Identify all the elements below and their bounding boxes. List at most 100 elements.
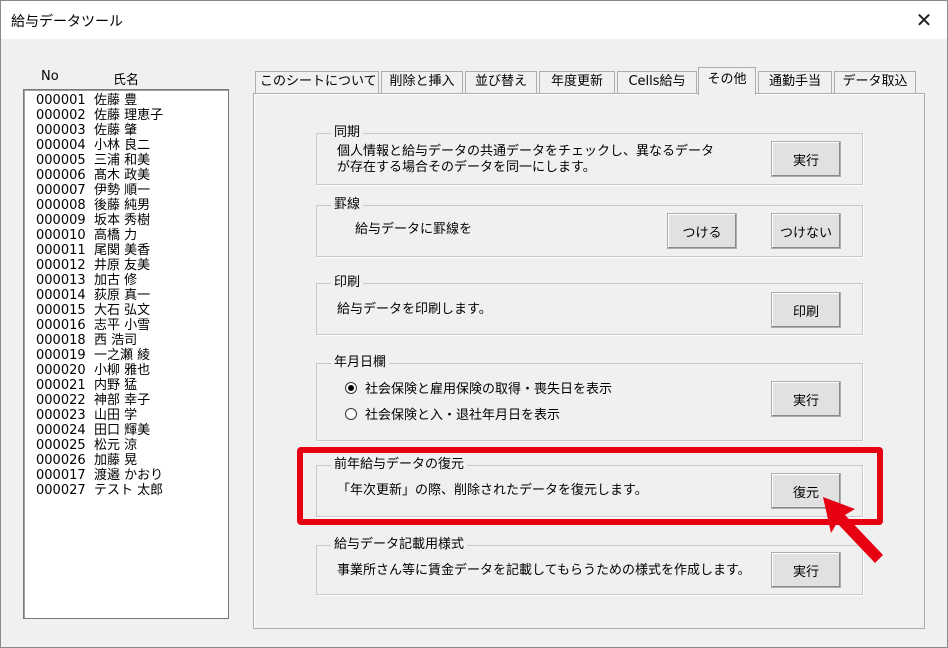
list-item-name: 大石 弘文: [94, 303, 151, 318]
list-item-no: 000012: [36, 258, 86, 273]
list-item-name: 伊勢 順一: [94, 183, 151, 198]
list-item[interactable]: 000009 坂本 秀樹: [36, 213, 228, 228]
list-item-name: 松元 涼: [94, 438, 138, 453]
tab-commute-allowance[interactable]: 通勤手当: [758, 71, 832, 93]
list-item-name: 髙木 政美: [94, 168, 151, 183]
date-run-button[interactable]: 実行: [771, 381, 841, 417]
list-item[interactable]: 000006 髙木 政美: [36, 168, 228, 183]
list-item[interactable]: 000021 内野 猛: [36, 378, 228, 393]
employee-list[interactable]: 000001 佐藤 豊 000002 佐藤 理恵子 000003 佐藤 肇 000004 小林…: [23, 89, 229, 619]
title-bar: 給与データツール ✕: [1, 1, 947, 39]
list-item-no: 000026: [36, 453, 86, 468]
list-item[interactable]: 000017 渡邉 かおり: [36, 468, 228, 483]
group-restore-label: 前年給与データの復元: [331, 456, 468, 474]
list-item-name: 坂本 秀樹: [94, 213, 151, 228]
list-item[interactable]: 000019 一之瀬 綾: [36, 348, 228, 363]
list-item-no: 000006: [36, 168, 86, 183]
list-item-no: 000003: [36, 123, 86, 138]
list-item-no: 000010: [36, 228, 86, 243]
list-item[interactable]: 000015 大石 弘文: [36, 303, 228, 318]
list-item[interactable]: 000025 松元 涼: [36, 438, 228, 453]
list-item[interactable]: 000024 田口 輝美: [36, 423, 228, 438]
list-item-no: 000013: [36, 273, 86, 288]
group-form-label: 給与データ記載用様式: [331, 536, 468, 554]
list-item[interactable]: 000016 志平 小雪: [36, 318, 228, 333]
date-option-insurance-label: 社会保険と雇用保険の取得・喪失日を表示: [365, 382, 613, 397]
ruled-off-button[interactable]: つけない: [771, 213, 841, 249]
list-item[interactable]: 000011 尾関 美香: [36, 243, 228, 258]
list-item-name: 荻原 真一: [94, 288, 151, 303]
list-item[interactable]: 000005 三浦 和美: [36, 153, 228, 168]
tab-year-update[interactable]: 年度更新: [539, 71, 615, 93]
list-item[interactable]: 000008 後藤 純男: [36, 198, 228, 213]
restore-description: 「年次更新」の際、削除されたデータを復元します。: [337, 483, 648, 498]
list-item-no: 000001: [36, 93, 86, 108]
list-item[interactable]: 000018 西 浩司: [36, 333, 228, 348]
tab-cells-salary[interactable]: Cells給与: [617, 71, 697, 93]
list-item[interactable]: 000010 高橋 力: [36, 228, 228, 243]
list-header-no: No: [41, 69, 59, 84]
list-item-name: 加藤 晃: [94, 453, 138, 468]
list-item-name: テスト 太郎: [94, 483, 164, 498]
list-item-no: 000015: [36, 303, 86, 318]
list-item-name: 加古 修: [94, 273, 138, 288]
list-item-no: 000022: [36, 393, 86, 408]
list-item-name: 尾関 美香: [94, 243, 151, 258]
list-item[interactable]: 000002 佐藤 理恵子: [36, 108, 228, 123]
list-item-no: 000027: [36, 483, 86, 498]
list-item-no: 000009: [36, 213, 86, 228]
tab-delete-insert[interactable]: 削除と挿入: [381, 71, 463, 93]
ruled-description: 給与データに罫線を: [355, 222, 473, 237]
list-item-no: 000020: [36, 363, 86, 378]
list-item-name: 内野 猛: [94, 378, 138, 393]
list-item-name: 佐藤 豊: [94, 93, 138, 108]
close-icon[interactable]: ✕: [901, 1, 947, 39]
main-window: 給与データツール ✕ No 氏名 000001 佐藤 豊 000002 佐藤 理恵子 0…: [0, 0, 948, 648]
window-title: 給与データツール: [11, 14, 123, 30]
tab-data-import[interactable]: データ取込: [834, 71, 916, 93]
list-item[interactable]: 000026 加藤 晃: [36, 453, 228, 468]
sync-run-button[interactable]: 実行: [771, 141, 841, 177]
list-item-no: 000023: [36, 408, 86, 423]
list-item-no: 000021: [36, 378, 86, 393]
list-item[interactable]: 000012 井原 友美: [36, 258, 228, 273]
list-item-no: 000002: [36, 108, 86, 123]
tab-sort[interactable]: 並び替え: [465, 71, 537, 93]
date-option-insurance[interactable]: 社会保険と雇用保険の取得・喪失日を表示: [345, 378, 612, 397]
list-item[interactable]: 000023 山田 学: [36, 408, 228, 423]
list-item[interactable]: 000020 小柳 雅也: [36, 363, 228, 378]
list-item-no: 000018: [36, 333, 86, 348]
date-option-hire-date[interactable]: 社会保険と入・退社年月日を表示: [345, 404, 560, 423]
list-item-name: 高橋 力: [94, 228, 138, 243]
form-description: 事業所さん等に賃金データを記載してもらうための様式を作成します。: [337, 563, 751, 578]
print-button[interactable]: 印刷: [771, 292, 841, 328]
list-item-name: 佐藤 肇: [94, 123, 138, 138]
print-description: 給与データを印刷します。: [337, 302, 492, 317]
list-item-no: 000014: [36, 288, 86, 303]
tab-other[interactable]: その他: [698, 67, 756, 95]
list-item-no: 000016: [36, 318, 86, 333]
list-item[interactable]: 000027 テスト 太郎: [36, 483, 228, 498]
list-item-no: 000025: [36, 438, 86, 453]
list-item-no: 000024: [36, 423, 86, 438]
list-item[interactable]: 000013 加古 修: [36, 273, 228, 288]
ruled-on-button[interactable]: つける: [667, 213, 737, 249]
list-item-no: 000007: [36, 183, 86, 198]
group-print-label: 印刷: [331, 274, 364, 292]
list-item-no: 000011: [36, 243, 86, 258]
list-item-name: 山田 学: [94, 408, 138, 423]
list-item-name: 三浦 和美: [94, 153, 151, 168]
list-item-name: 志平 小雪: [94, 318, 151, 333]
list-item[interactable]: 000001 佐藤 豊: [36, 93, 228, 108]
list-item[interactable]: 000004 小林 良二: [36, 138, 228, 153]
list-item-name: 井原 友美: [94, 258, 151, 273]
list-item[interactable]: 000014 荻原 真一: [36, 288, 228, 303]
list-header-name: 氏名: [113, 73, 140, 88]
list-item[interactable]: 000022 神部 幸子: [36, 393, 228, 408]
group-sync-label: 同期: [331, 124, 364, 142]
tab-about-sheet[interactable]: このシートについて: [255, 71, 379, 93]
list-item[interactable]: 000007 伊勢 順一: [36, 183, 228, 198]
radio-checked-icon: [345, 381, 357, 394]
list-item[interactable]: 000003 佐藤 肇: [36, 123, 228, 138]
list-item-name: 小柳 雅也: [94, 363, 151, 378]
